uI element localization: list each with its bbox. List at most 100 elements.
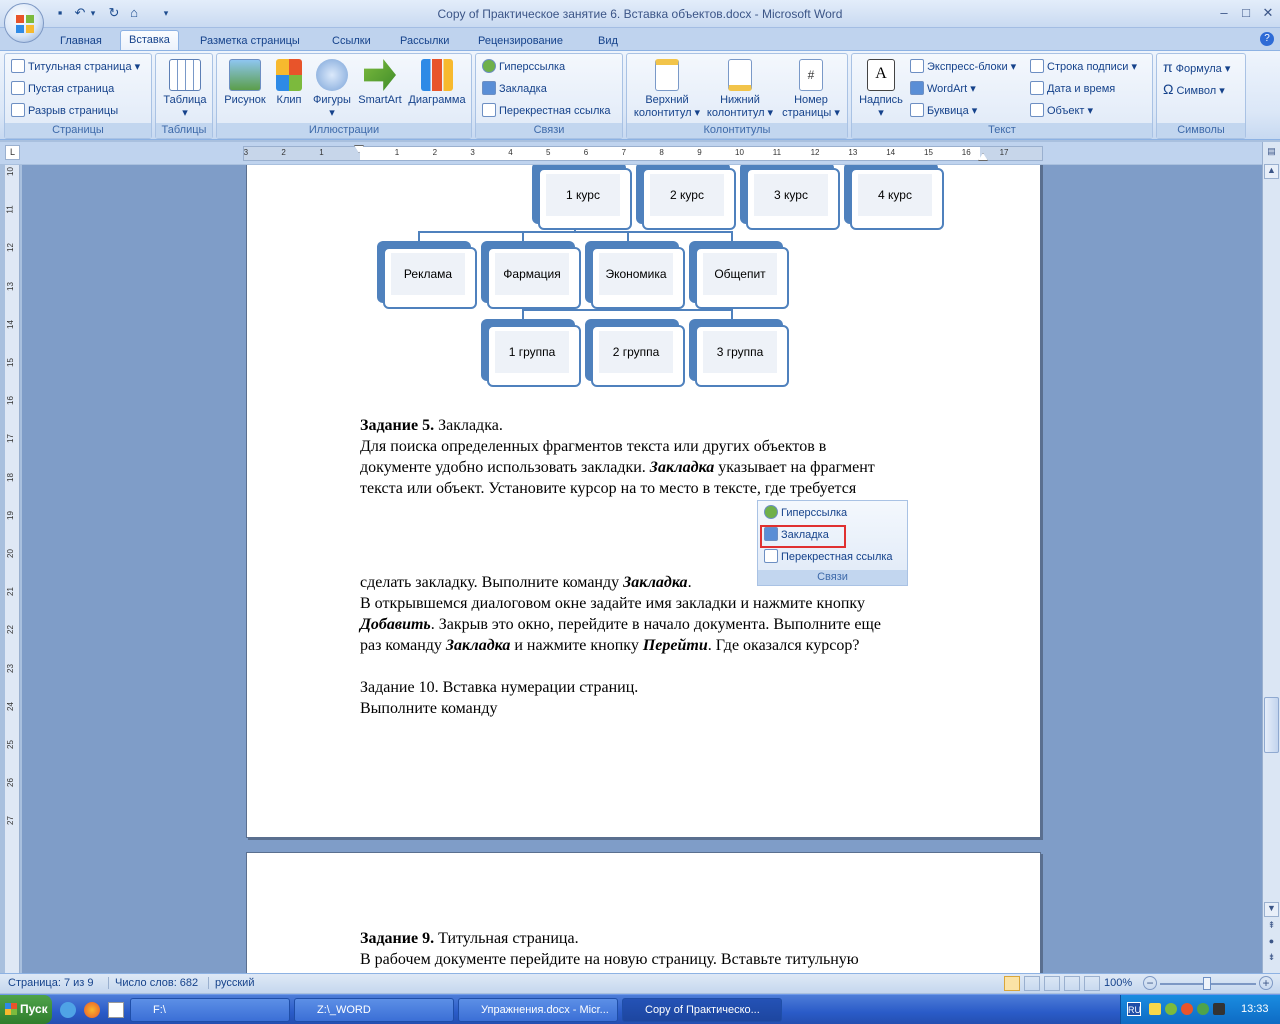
full-screen-view-icon[interactable] <box>1024 976 1040 991</box>
vertical-ruler[interactable]: 10 11 12 13 14 15 16 17 18 19 20 21 22 23 24 25 26 27 <box>5 165 20 973</box>
table-button[interactable]: Таблица ▾ <box>160 59 210 120</box>
taskbar-item-word-folder[interactable]: Z:\_WORD <box>294 998 454 1022</box>
horizontal-ruler[interactable]: 3 2 1 1 2 3 4 5 6 7 8 9 10 11 12 13 14 15 16 17 <box>243 145 1043 161</box>
next-page-icon[interactable]: ⇟ <box>1264 952 1279 967</box>
page[interactable]: 1 курс 2 курс 3 курс 4 курс Реклама Фарм… <box>246 165 1041 838</box>
blank-page-button[interactable]: Пустая страница <box>11 79 114 99</box>
outline-view-icon[interactable] <box>1064 976 1080 991</box>
page-break-button[interactable]: Разрыв страницы <box>11 101 118 121</box>
scrollbar-thumb[interactable] <box>1264 697 1279 753</box>
diagram-node-course-2[interactable]: 2 курс <box>636 165 736 230</box>
tab-page-layout[interactable]: Разметка страницы <box>192 32 308 50</box>
zoom-slider-thumb[interactable] <box>1203 977 1211 990</box>
ruler-tick-label: 15 <box>924 148 933 157</box>
smartart-button[interactable]: SmartArt <box>355 59 405 107</box>
inset-cross-reference: Перекрестная ссылка <box>764 548 893 566</box>
diagram-node-catering[interactable]: Общепит <box>689 241 789 309</box>
group-symbols: π Формула ▾ Ω Символ ▾ Символы <box>1156 53 1246 139</box>
group-text: A Надпись ▾ Экспресс-блоки ▾ WordArt ▾ Бук… <box>851 53 1153 139</box>
taskbar-item-drive-f[interactable]: F:\ <box>130 998 290 1022</box>
header-button[interactable]: Верхний колонтитул ▾ <box>631 59 703 120</box>
cover-page-button[interactable]: Титульная страница ▾ <box>11 57 140 77</box>
language-indicator[interactable]: русский <box>208 977 254 989</box>
antivirus-icon[interactable] <box>1181 1003 1193 1015</box>
quick-parts-icon <box>910 59 924 73</box>
chart-button[interactable]: Диаграмма <box>405 59 469 107</box>
ruler-toggle-icon[interactable]: ▤ <box>1264 146 1279 161</box>
tab-mailings[interactable]: Рассылки <box>392 32 457 50</box>
maximize-button[interactable]: □ <box>1236 4 1256 22</box>
diagram-node-group-3[interactable]: 3 группа <box>689 319 789 387</box>
network-icon[interactable] <box>1165 1003 1177 1015</box>
security-icon[interactable] <box>1149 1003 1161 1015</box>
taskbar-item-exercises-doc[interactable]: Упражнения.docx - Micr... <box>458 998 618 1022</box>
diagram-node-course-1[interactable]: 1 курс <box>532 165 632 230</box>
word-count[interactable]: Число слов: 682 <box>108 977 198 989</box>
close-button[interactable]: ✕ <box>1258 4 1278 22</box>
footer-button[interactable]: Нижний колонтитул ▾ <box>703 59 777 120</box>
tab-home[interactable]: Главная <box>52 32 110 50</box>
web-layout-view-icon[interactable] <box>1044 976 1060 991</box>
draft-view-icon[interactable] <box>1084 976 1100 991</box>
tab-insert[interactable]: Вставка <box>120 30 179 51</box>
clipart-button[interactable]: Клип <box>269 59 309 107</box>
task9-heading: Задание 9. Титульная страница. <box>360 930 579 947</box>
dropcap-button[interactable]: Буквица ▾ <box>910 101 977 121</box>
page[interactable]: Задание 9. Титульная страница. В рабочем… <box>246 852 1041 973</box>
window-title: Copy of Практическое занятие 6. Вставка … <box>437 7 843 21</box>
browse-object-icon[interactable]: ● <box>1264 936 1279 951</box>
wordart-button[interactable]: WordArt ▾ <box>910 79 976 99</box>
tab-references[interactable]: Ссылки <box>324 32 379 50</box>
group-pages-label: Страницы <box>5 123 151 138</box>
diagram-node-course-4[interactable]: 4 курс <box>844 165 944 230</box>
textbox-button[interactable]: A Надпись ▾ <box>856 59 906 120</box>
tab-view[interactable]: Вид <box>590 32 626 50</box>
bookmark-button[interactable]: Закладка <box>482 79 547 99</box>
update-icon[interactable] <box>1197 1003 1209 1015</box>
diagram-node-pharmacy[interactable]: Фармация <box>481 241 581 309</box>
zoom-level[interactable]: 100% <box>1104 977 1132 989</box>
picture-button[interactable]: Рисунок <box>221 59 269 107</box>
language-indicator[interactable]: RU <box>1127 1002 1141 1016</box>
quick-parts-button[interactable]: Экспресс-блоки ▾ <box>910 57 1016 77</box>
hyperlink-button[interactable]: Гиперссылка <box>482 57 565 77</box>
diagram-node-group-1[interactable]: 1 группа <box>481 319 581 387</box>
ie-icon[interactable] <box>60 1002 76 1018</box>
previous-page-icon[interactable]: ⇞ <box>1264 920 1279 935</box>
header-icon <box>655 59 679 91</box>
tab-review[interactable]: Рецензирование <box>470 32 571 50</box>
scroll-down-icon[interactable]: ▼ <box>1264 902 1279 917</box>
cross-reference-button[interactable]: Перекрестная ссылка <box>482 101 611 121</box>
firefox-icon[interactable] <box>84 1002 100 1018</box>
zoom-in-icon[interactable]: + <box>1259 976 1273 990</box>
equation-button[interactable]: π Формула ▾ <box>1163 57 1230 77</box>
hyperlink-icon <box>482 59 496 73</box>
tab-stop-selector[interactable]: L <box>5 145 20 160</box>
symbol-button[interactable]: Ω Символ ▾ <box>1163 79 1225 99</box>
shapes-button[interactable]: Фигуры ▾ <box>309 59 355 120</box>
print-layout-view-icon[interactable] <box>1004 976 1020 991</box>
date-time-button[interactable]: Дата и время <box>1030 79 1115 99</box>
vruler-tick-label: 21 <box>5 587 15 597</box>
app-launcher-icon[interactable] <box>108 1002 124 1018</box>
signature-line-button[interactable]: Строка подписи ▾ <box>1030 57 1137 77</box>
diagram-node-advertising[interactable]: Реклама <box>377 241 477 309</box>
page-number-button[interactable]: # Номер страницы ▾ <box>777 59 845 120</box>
vertical-scrollbar[interactable]: ▤ ▲ ▼ ⇞ ● ⇟ <box>1262 142 1280 973</box>
task5-heading: Задание 5. Закладка. <box>360 417 503 434</box>
diagram-node-course-3[interactable]: 3 курс <box>740 165 840 230</box>
office-button[interactable] <box>4 3 44 43</box>
start-button[interactable]: Пуск <box>0 995 52 1024</box>
taskbar-item-current-doc[interactable]: Copy of Практическо... <box>622 998 782 1022</box>
object-button[interactable]: Объект ▾ <box>1030 101 1093 121</box>
diagram-node-group-2[interactable]: 2 группа <box>585 319 685 387</box>
scroll-up-icon[interactable]: ▲ <box>1264 164 1279 179</box>
minimize-button[interactable]: – <box>1214 4 1234 22</box>
diagram-node-economics[interactable]: Экономика <box>585 241 685 309</box>
paragraph-line: В рабочем документе перейдите на новую с… <box>360 951 859 968</box>
zoom-out-icon[interactable]: − <box>1143 976 1157 990</box>
taskbar: Пуск F:\ Z:\_WORD Упражнения.docx - Micr… <box>0 994 1280 1024</box>
page-counter[interactable]: Страница: 7 из 9 <box>8 977 94 989</box>
help-icon[interactable]: ? <box>1260 32 1274 46</box>
monitor-icon[interactable] <box>1213 1003 1225 1015</box>
